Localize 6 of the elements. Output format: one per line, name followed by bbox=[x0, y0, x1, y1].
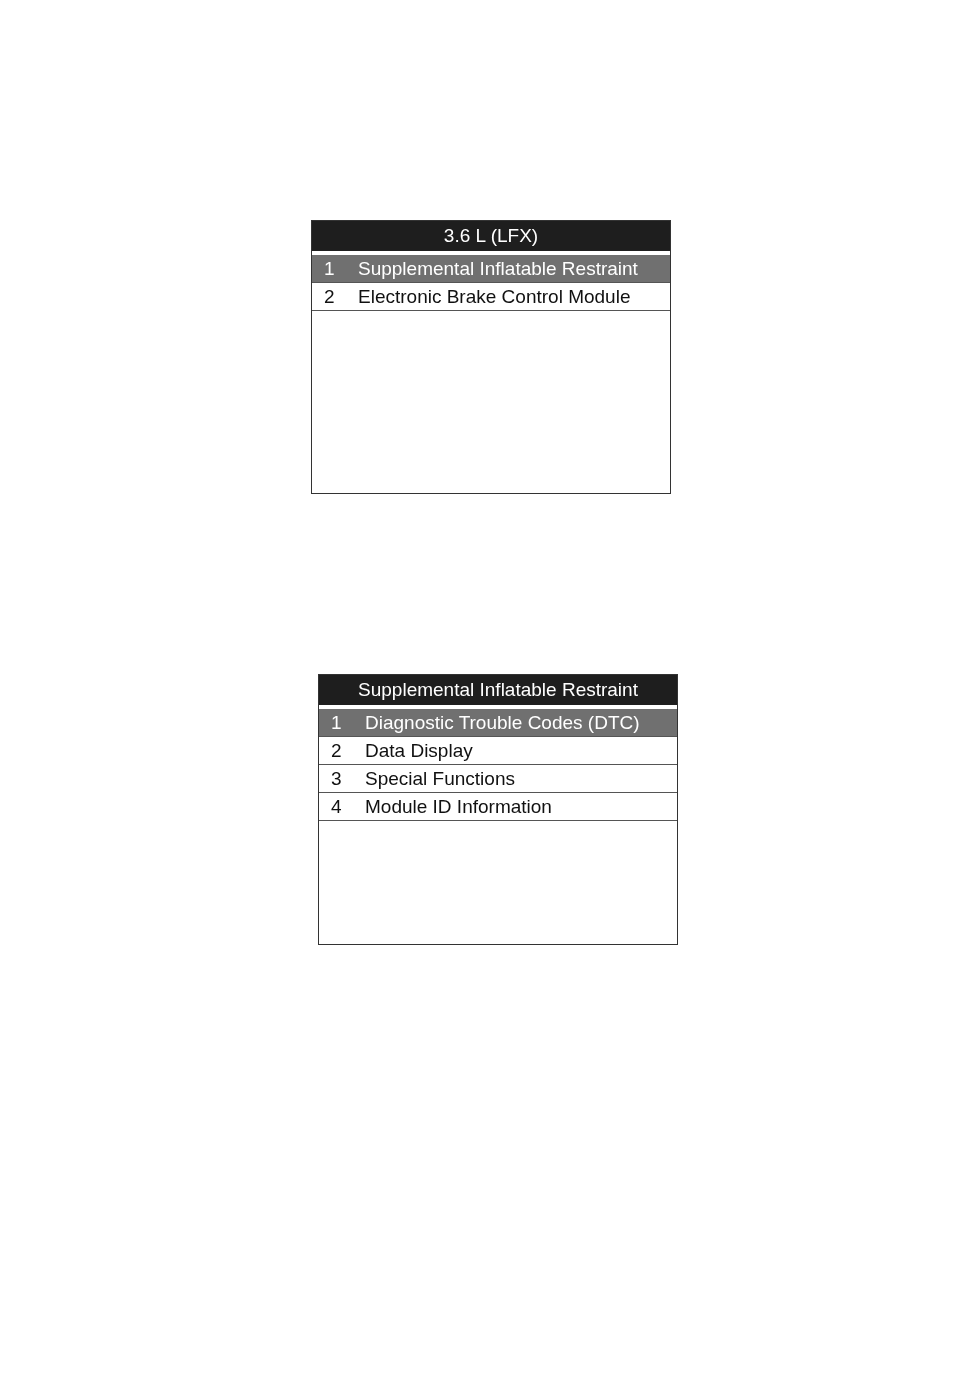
menu-item[interactable]: 2 Electronic Brake Control Module bbox=[312, 283, 670, 311]
menu-item[interactable]: 3 Special Functions bbox=[319, 765, 677, 793]
menu-item[interactable]: 1 Supplemental Inflatable Restraint bbox=[312, 255, 670, 283]
menu-item[interactable]: 1 Diagnostic Trouble Codes (DTC) bbox=[319, 709, 677, 737]
menu-item[interactable]: 4 Module ID Information bbox=[319, 793, 677, 821]
menu-item[interactable]: 2 Data Display bbox=[319, 737, 677, 765]
